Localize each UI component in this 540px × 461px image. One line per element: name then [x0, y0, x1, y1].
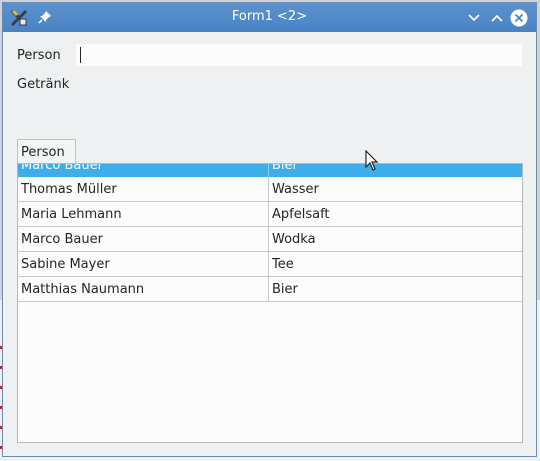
- table-row-selected[interactable]: Marco Bauer Bier: [18, 163, 522, 177]
- table-row[interactable]: Maria Lehmann Apfelsaft: [18, 202, 522, 227]
- form-window: Form1 <2> Person Getränk Person Marco Ba…: [2, 2, 537, 457]
- person-drink-table[interactable]: Marco Bauer Bier Thomas Müller Wasser Ma…: [17, 163, 523, 443]
- table-cell: Marco Bauer: [18, 164, 269, 177]
- table-cell: Bier: [272, 282, 298, 297]
- table-cell: Matthias Naumann: [18, 277, 269, 301]
- chevron-up-icon[interactable]: [488, 9, 506, 27]
- form-client-area: Person Getränk Person Marco Bauer Bier T…: [3, 32, 536, 456]
- close-icon[interactable]: [510, 9, 528, 27]
- table-cell: Tee: [272, 257, 294, 272]
- table-row[interactable]: Matthias Naumann Bier: [18, 277, 522, 302]
- table-cell: Thomas Müller: [18, 177, 269, 201]
- drink-label: Getränk: [17, 77, 70, 92]
- table-cell: Wodka: [272, 232, 316, 247]
- table-cell: Wasser: [272, 182, 319, 197]
- mouse-pointer-icon: [365, 150, 379, 171]
- table-row[interactable]: Thomas Müller Wasser: [18, 177, 522, 202]
- window-title: Form1 <2>: [231, 9, 308, 24]
- title-bar[interactable]: Form1 <2>: [3, 3, 536, 32]
- text-caret: [80, 47, 81, 63]
- column-header-person[interactable]: Person: [17, 139, 76, 163]
- table-cell: Sabine Mayer: [18, 252, 269, 276]
- table-cell: Maria Lehmann: [18, 202, 269, 226]
- chevron-down-icon[interactable]: [465, 9, 483, 27]
- person-label: Person: [17, 48, 61, 63]
- table-row[interactable]: Sabine Mayer Tee: [18, 252, 522, 277]
- table-row[interactable]: Marco Bauer Wodka: [18, 227, 522, 252]
- table-cell: Apfelsaft: [272, 207, 330, 222]
- table-cell: Bier: [272, 163, 298, 173]
- table-cell: Marco Bauer: [18, 227, 269, 251]
- person-input[interactable]: [76, 44, 522, 66]
